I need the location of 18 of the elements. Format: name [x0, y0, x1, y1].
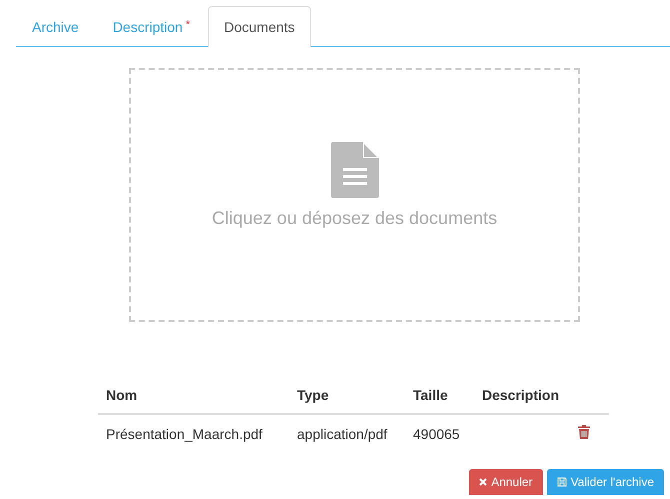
cancel-button[interactable]: Annuler: [469, 469, 543, 495]
tab[interactable]: Documents: [208, 6, 311, 47]
dropzone[interactable]: Cliquez ou déposez des documents: [129, 68, 580, 322]
column-header: Nom: [98, 376, 289, 414]
save-button[interactable]: Valider l'archive: [546, 469, 664, 495]
table-cell: 490065: [413, 426, 460, 442]
close-icon: [479, 478, 488, 486]
column-header: Description: [474, 376, 570, 414]
column-header: Type: [289, 376, 405, 414]
tab[interactable]: Archive: [16, 6, 95, 46]
required-marker: *: [186, 19, 190, 31]
tab[interactable]: Description *: [96, 6, 206, 46]
dropzone-hint: Cliquez ou déposez des documents: [212, 208, 498, 228]
table-cell: Présentation_Maarch.pdf: [106, 426, 262, 442]
document-icon: [330, 142, 378, 198]
table-cell: application/pdf: [297, 426, 388, 442]
trash-icon[interactable]: [578, 425, 590, 439]
column-header: Taille: [405, 376, 474, 414]
